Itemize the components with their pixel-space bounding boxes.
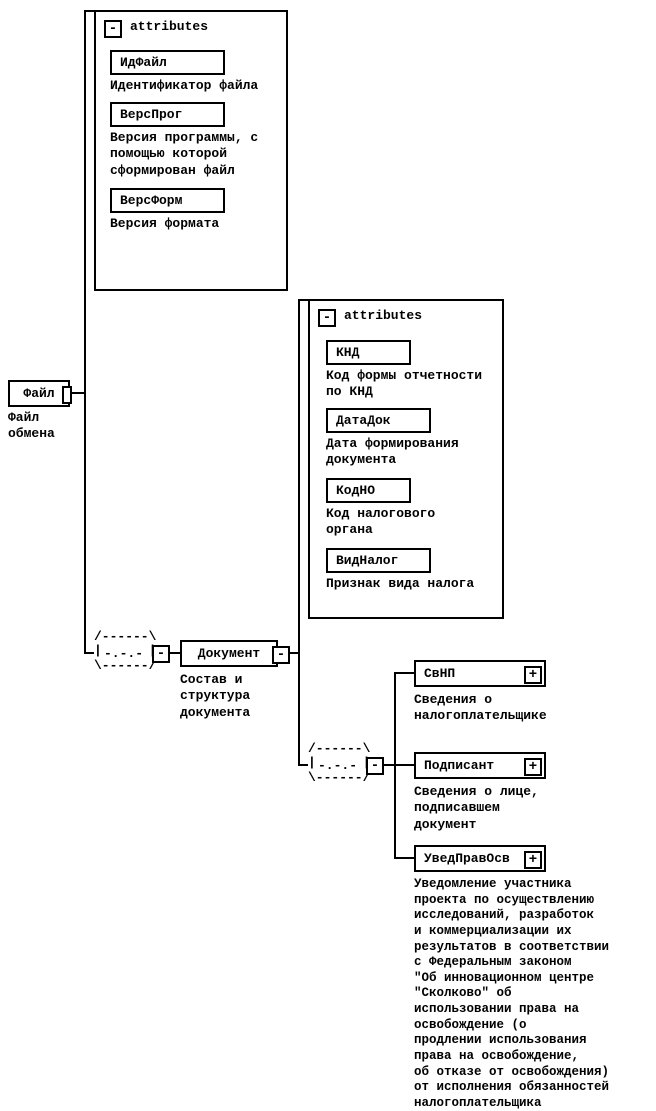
node-document[interactable]: Документ bbox=[180, 640, 278, 667]
attr-versform-label: ВерсФорм bbox=[120, 193, 182, 208]
attr-vidnalog[interactable]: ВидНалог bbox=[326, 548, 431, 573]
node-uvedpravosv-label: УведПравОсв bbox=[424, 851, 510, 866]
node-document-collapse-button[interactable]: - bbox=[272, 646, 290, 664]
node-podpisant-desc: Сведения о лице, подписавшем документ bbox=[414, 784, 539, 833]
node-file-connector-notch bbox=[62, 386, 72, 404]
attr-datadok[interactable]: ДатаДок bbox=[326, 408, 431, 433]
attr-versprog[interactable]: ВерсПрог bbox=[110, 102, 225, 127]
node-svnp-label: СвНП bbox=[424, 666, 455, 681]
attr-datadok-label: ДатаДок bbox=[336, 413, 391, 428]
conn-root-vbus bbox=[84, 10, 86, 654]
node-podpisant-expand-button[interactable]: + bbox=[524, 758, 542, 776]
node-file[interactable]: Файл bbox=[8, 380, 70, 407]
node-svnp-desc: Сведения о налогоплательщике bbox=[414, 692, 547, 725]
attrs1-header: attributes bbox=[130, 19, 208, 35]
attrs2-collapse-button[interactable]: - bbox=[318, 309, 336, 327]
attr-idfile-desc: Идентификатор файла bbox=[110, 78, 258, 94]
attr-datadok-desc: Дата формирования документа bbox=[326, 436, 459, 469]
node-file-label: Файл bbox=[23, 386, 54, 401]
conn-to-uved bbox=[394, 857, 414, 859]
sequence1-collapse-button[interactable]: - bbox=[152, 645, 170, 663]
node-file-desc: Файл обмена bbox=[8, 410, 55, 443]
attr-knd-label: КНД bbox=[336, 345, 359, 360]
attr-vidnalog-label: ВидНалог bbox=[336, 553, 398, 568]
attr-knd[interactable]: КНД bbox=[326, 340, 411, 365]
attr-idfile-label: ИдФайл bbox=[120, 55, 167, 70]
sequence-marker-2-text: -.-.- bbox=[318, 758, 357, 774]
attr-kodno[interactable]: КодНО bbox=[326, 478, 411, 503]
conn-seq2-out bbox=[382, 764, 394, 766]
conn-to-seq2 bbox=[298, 764, 308, 766]
conn-doc-h bbox=[288, 652, 298, 654]
attr-knd-desc: Код формы отчетности по КНД bbox=[326, 368, 482, 401]
attr-kodno-desc: Код налогового органа bbox=[326, 506, 435, 539]
conn-to-attrs1 bbox=[84, 10, 94, 12]
attr-versprog-desc: Версия программы, с помощью которой сфор… bbox=[110, 130, 258, 179]
node-uvedpravosv-expand-button[interactable]: + bbox=[524, 851, 542, 869]
attrs1-collapse-button[interactable]: - bbox=[104, 20, 122, 38]
node-svnp-expand-button[interactable]: + bbox=[524, 666, 542, 684]
conn-to-attrs2 bbox=[298, 299, 308, 301]
attr-idfile[interactable]: ИдФайл bbox=[110, 50, 225, 75]
conn-seq1-out bbox=[168, 652, 180, 654]
attr-vidnalog-desc: Признак вида налога bbox=[326, 576, 474, 592]
conn-to-svnp bbox=[394, 672, 414, 674]
attr-kodno-label: КодНО bbox=[336, 483, 375, 498]
node-document-desc: Состав и структура документа bbox=[180, 672, 250, 721]
attr-versform-desc: Версия формата bbox=[110, 216, 219, 232]
diagram-canvas: Файл Файл обмена - attributes ИдФайл Иде… bbox=[0, 0, 656, 1076]
sequence2-collapse-button[interactable]: - bbox=[366, 757, 384, 775]
conn-to-seq1 bbox=[84, 652, 94, 654]
attrs2-header: attributes bbox=[344, 308, 422, 324]
sequence-marker-1-text: -.-.- bbox=[104, 646, 143, 662]
conn-doc-vbus bbox=[298, 299, 300, 766]
conn-to-podp bbox=[394, 764, 414, 766]
attr-versprog-label: ВерсПрог bbox=[120, 107, 182, 122]
node-podpisant-label: Подписант bbox=[424, 758, 494, 773]
conn-root-h bbox=[70, 392, 84, 394]
node-document-label: Документ bbox=[198, 646, 260, 661]
attr-versform[interactable]: ВерсФорм bbox=[110, 188, 225, 213]
